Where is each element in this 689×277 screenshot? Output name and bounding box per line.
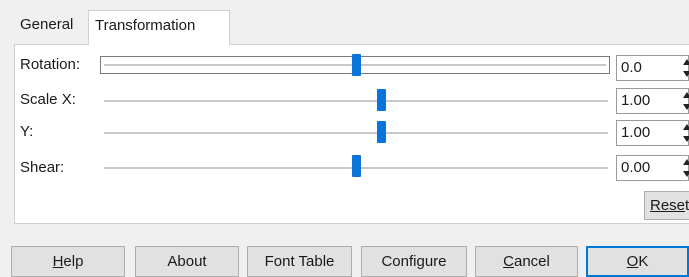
cancel-button[interactable]: Cancel <box>475 246 578 277</box>
shear-spinbox[interactable]: 0.00 <box>616 155 689 181</box>
ok-rest: K <box>638 253 649 270</box>
spin-arrows-icon[interactable] <box>683 158 689 178</box>
shear-label: Shear: <box>20 159 65 176</box>
spin-arrows-icon[interactable] <box>683 91 689 111</box>
cancel-rest: ancel <box>513 253 550 270</box>
scale-x-slider[interactable] <box>104 100 608 102</box>
help-rest: elp <box>63 253 84 270</box>
ok-button[interactable]: OK <box>586 246 689 277</box>
scale-y-slider[interactable] <box>104 132 608 134</box>
tab-general-label: General <box>20 16 74 33</box>
scale-y-slider-thumb[interactable] <box>376 121 386 143</box>
cancel-mnemonic: C <box>503 253 514 270</box>
shear-slider-thumb[interactable] <box>351 155 361 177</box>
reset-label-a: Rese <box>650 197 686 214</box>
reset-button[interactable]: Reset <box>644 191 689 220</box>
rotation-slider-thumb[interactable] <box>351 54 361 76</box>
tab-general[interactable]: General <box>14 10 88 42</box>
about-button[interactable]: About <box>135 246 239 277</box>
spin-arrows-icon[interactable] <box>683 58 689 78</box>
help-button[interactable]: Help <box>11 246 125 277</box>
tab-strip: General Transformation <box>0 0 689 45</box>
configure-label: Configure <box>381 253 447 270</box>
scale-y-spinbox[interactable]: 1.00 <box>616 120 689 146</box>
configure-button[interactable]: Configure <box>361 246 467 277</box>
scale-y-label: Y: <box>20 123 34 140</box>
reset-label-b: t <box>685 197 689 214</box>
about-label: About <box>167 253 207 270</box>
rotation-spinbox[interactable]: 0.0 <box>616 55 689 81</box>
tab-transformation[interactable]: Transformation <box>88 10 230 45</box>
rotation-label: Rotation: <box>20 56 81 73</box>
scale-x-slider-thumb[interactable] <box>376 89 386 111</box>
spin-arrows-icon[interactable] <box>683 123 689 143</box>
scale-y-value: 1.00 <box>621 124 651 141</box>
font-table-button[interactable]: Font Table <box>247 246 352 277</box>
shear-value: 0.00 <box>621 159 651 176</box>
font-table-label: Font Table <box>264 253 335 270</box>
ok-mnemonic: O <box>626 253 639 270</box>
rotation-value: 0.0 <box>621 59 642 76</box>
scale-x-value: 1.00 <box>621 92 651 109</box>
tab-transformation-label: Transformation <box>95 17 196 34</box>
help-mnemonic: H <box>52 253 64 270</box>
scale-x-label: Scale X: <box>20 91 76 108</box>
scale-x-spinbox[interactable]: 1.00 <box>616 88 689 114</box>
